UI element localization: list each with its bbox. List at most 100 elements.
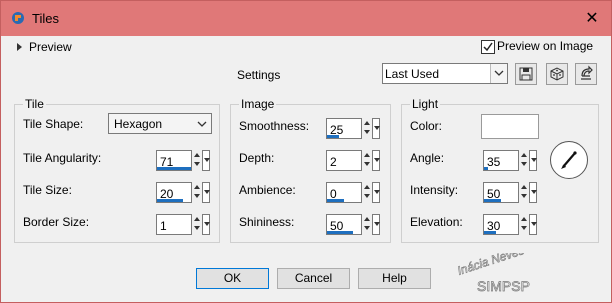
- spin-up-icon[interactable]: [364, 153, 370, 157]
- depth-stepper[interactable]: 2: [326, 150, 380, 171]
- tile-angularity-stepper[interactable]: 71: [156, 150, 210, 171]
- angle-stepper[interactable]: 35: [483, 150, 537, 171]
- angle-value: 35: [487, 155, 501, 169]
- checkbox-box[interactable]: [481, 40, 495, 54]
- smoothness-label: Smoothness:: [239, 119, 310, 133]
- spin-up-icon[interactable]: [521, 185, 527, 189]
- spin-up-icon[interactable]: [194, 185, 200, 189]
- spin-up-icon[interactable]: [521, 217, 527, 221]
- save-preset-button[interactable]: [515, 63, 537, 85]
- ambience-bar: [327, 199, 344, 202]
- shininess-stepper[interactable]: 50: [326, 214, 380, 235]
- spin-arrows[interactable]: [520, 182, 528, 203]
- spin-down-icon[interactable]: [364, 194, 370, 198]
- spin-arrows[interactable]: [363, 182, 371, 203]
- spin-down-icon[interactable]: [364, 226, 370, 230]
- spin-arrows[interactable]: [193, 214, 201, 235]
- spin-down-icon[interactable]: [364, 130, 370, 134]
- randomize-button[interactable]: [546, 63, 568, 85]
- slider-popup-button[interactable]: [529, 150, 537, 171]
- depth-input[interactable]: 2: [326, 150, 362, 171]
- spin-up-icon[interactable]: [364, 121, 370, 125]
- slider-popup-button[interactable]: [372, 118, 380, 139]
- direction-dial-icon: [561, 151, 577, 169]
- spin-down-icon[interactable]: [194, 226, 200, 230]
- border-size-label: Border Size:: [23, 215, 90, 229]
- depth-label: Depth:: [239, 151, 275, 165]
- spin-arrows[interactable]: [520, 214, 528, 235]
- spin-arrows[interactable]: [363, 214, 371, 235]
- intensity-label: Intensity:: [410, 183, 459, 197]
- slider-popup-button[interactable]: [372, 214, 380, 235]
- border-size-input[interactable]: 1: [156, 214, 192, 235]
- elevation-stepper[interactable]: 30: [483, 214, 537, 235]
- direction-dial[interactable]: [550, 141, 588, 179]
- settings-label: Settings: [237, 68, 281, 82]
- slider-popup-button[interactable]: [202, 182, 210, 203]
- border-size-value: 1: [160, 219, 167, 233]
- border-size-stepper[interactable]: 1: [156, 214, 210, 235]
- tile-group-title: Tile: [23, 97, 46, 111]
- preset-dropdown[interactable]: Last Used: [382, 63, 508, 84]
- ambience-label: Ambience:: [239, 183, 296, 197]
- spin-arrows[interactable]: [363, 150, 371, 171]
- angle-label: Angle:: [410, 151, 445, 165]
- ambience-stepper[interactable]: 0: [326, 182, 380, 203]
- elevation-bar: [484, 231, 496, 234]
- preset-value: Last Used: [385, 67, 440, 81]
- spin-arrows[interactable]: [363, 118, 371, 139]
- intensity-stepper[interactable]: 50: [483, 182, 537, 203]
- preview-on-image-label: Preview on Image: [497, 39, 594, 53]
- spin-up-icon[interactable]: [194, 217, 200, 221]
- angle-bar: [484, 167, 488, 170]
- slider-popup-button[interactable]: [372, 150, 380, 171]
- close-icon[interactable]: ✕: [573, 1, 611, 36]
- tile-shape-label: Tile Shape:: [23, 117, 84, 131]
- chevron-down-icon[interactable]: [490, 64, 507, 83]
- randomize-icon: [550, 67, 564, 81]
- shininess-bar: [327, 231, 353, 234]
- spin-down-icon[interactable]: [194, 194, 200, 198]
- spin-up-icon[interactable]: [194, 153, 200, 157]
- preview-label: Preview: [29, 40, 72, 54]
- spin-arrows[interactable]: [193, 150, 201, 171]
- tile-shape-select[interactable]: Hexagon: [108, 113, 212, 134]
- tile-angularity-label: Tile Angularity:: [23, 151, 102, 165]
- cancel-button[interactable]: Cancel: [277, 268, 350, 289]
- angle-input[interactable]: 35: [483, 150, 519, 171]
- app-icon: [12, 12, 24, 24]
- smoothness-bar: [327, 135, 339, 138]
- tile-size-label: Tile Size:: [23, 183, 72, 197]
- light-color-swatch[interactable]: [481, 114, 539, 139]
- slider-popup-button[interactable]: [372, 182, 380, 203]
- slider-popup-button[interactable]: [529, 182, 537, 203]
- spin-down-icon[interactable]: [521, 194, 527, 198]
- checkmark-icon: [483, 42, 493, 52]
- svg-text:SIMPSP: SIMPSP: [477, 278, 530, 294]
- slider-popup-button[interactable]: [202, 214, 210, 235]
- depth-value: 2: [330, 155, 337, 169]
- color-label: Color:: [410, 119, 443, 133]
- slider-popup-button[interactable]: [529, 214, 537, 235]
- watermark: Inácia Neves SIMPSP: [455, 253, 530, 294]
- spin-up-icon[interactable]: [364, 185, 370, 189]
- spin-down-icon[interactable]: [521, 162, 527, 166]
- spin-down-icon[interactable]: [521, 226, 527, 230]
- svg-text:Inácia Neves: Inácia Neves: [456, 253, 526, 278]
- tile-size-bar: [157, 199, 183, 202]
- reset-button[interactable]: [575, 63, 597, 85]
- smoothness-stepper[interactable]: 25: [326, 118, 380, 139]
- spin-up-icon[interactable]: [521, 153, 527, 157]
- tile-shape-value: Hexagon: [114, 117, 163, 131]
- tile-size-stepper[interactable]: 20: [156, 182, 210, 203]
- ok-button[interactable]: OK: [196, 268, 269, 289]
- spin-down-icon[interactable]: [364, 162, 370, 166]
- spin-arrows[interactable]: [193, 182, 201, 203]
- spin-down-icon[interactable]: [194, 162, 200, 166]
- spin-arrows[interactable]: [520, 150, 528, 171]
- help-button[interactable]: Help: [358, 268, 431, 289]
- reset-icon: [581, 65, 593, 80]
- slider-popup-button[interactable]: [202, 150, 210, 171]
- preview-toggle[interactable]: Preview: [17, 40, 72, 54]
- spin-up-icon[interactable]: [364, 217, 370, 221]
